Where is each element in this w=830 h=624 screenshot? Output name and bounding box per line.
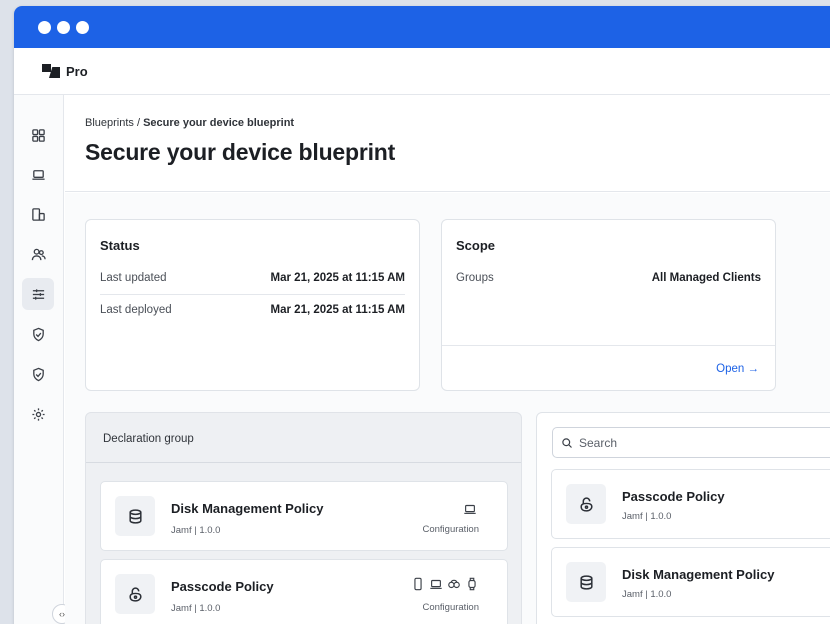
scope-card-title: Scope: [456, 238, 496, 253]
scope-card: Scope Groups All Managed Clients Open →: [441, 219, 776, 391]
sidebar-item-compliance[interactable]: [22, 358, 54, 390]
status-value: Mar 21, 2025 at 11:15 AM: [270, 272, 405, 284]
jamf-logo-icon: [42, 64, 60, 78]
main-content: Status Last updated Mar 21, 2025 at 11:1…: [65, 193, 830, 624]
passcode-icon: [579, 496, 593, 512]
platform-icons: [411, 577, 479, 591]
sliders-icon: [32, 288, 44, 300]
database-icon: [579, 574, 593, 590]
item-icon-tile: [566, 484, 606, 524]
divider: [86, 462, 521, 463]
sidebar: ‹›: [14, 95, 72, 624]
page-header: Blueprints / Secure your device blueprin…: [65, 95, 830, 192]
declaration-group-panel: Declaration group Disk Management Policy…: [85, 412, 522, 624]
devices-icon: [31, 207, 45, 221]
status-card: Status Last updated Mar 21, 2025 at 11:1…: [85, 219, 420, 391]
breadcrumb-parent-link[interactable]: Blueprints: [85, 117, 134, 129]
gear-icon: [31, 407, 45, 421]
dashboard-icon: [31, 128, 45, 142]
scope-label: Groups: [456, 272, 494, 284]
sidebar-item-devices[interactable]: [22, 198, 54, 230]
item-name: Disk Management Policy: [622, 567, 775, 582]
shield-check-icon: [32, 327, 44, 341]
page-title: Secure your device blueprint: [85, 139, 396, 165]
window-minimize-dot[interactable]: [57, 20, 70, 34]
item-icon-tile: [115, 574, 155, 614]
passcode-icon: [128, 586, 142, 602]
divider: [442, 345, 775, 346]
vision-pro-icon: [448, 579, 460, 589]
sidebar-item-security[interactable]: [22, 318, 54, 350]
item-type: Configuration: [422, 602, 479, 613]
item-meta: Jamf | 1.0.0: [622, 589, 672, 600]
sidebar-item-dashboard[interactable]: [22, 119, 54, 151]
window-zoom-dot[interactable]: [76, 20, 89, 34]
laptop-icon: [464, 504, 476, 514]
breadcrumb-current: Secure your device blueprint: [143, 117, 295, 129]
sidebar-item-blueprints[interactable]: [22, 278, 54, 310]
item-meta: Jamf | 1.0.0: [622, 511, 672, 522]
watch-icon: [468, 577, 476, 591]
item-name: Disk Management Policy: [171, 501, 324, 516]
item-meta: Jamf | 1.0.0: [171, 525, 221, 536]
item-icon-tile: [566, 562, 606, 602]
item-name: Passcode Policy: [622, 489, 725, 504]
users-icon: [31, 248, 46, 260]
status-row-last-deployed: Last deployed Mar 21, 2025 at 11:15 AM: [100, 294, 405, 326]
status-row-last-updated: Last updated Mar 21, 2025 at 11:15 AM: [100, 262, 405, 294]
app-bar: Pro: [14, 48, 830, 95]
declaration-group-label: Declaration group: [103, 433, 194, 445]
search-field[interactable]: [552, 427, 830, 458]
platform-icons: [463, 502, 477, 516]
scope-value: All Managed Clients: [651, 272, 761, 284]
scope-row-groups: Groups All Managed Clients: [456, 262, 761, 294]
status-label: Last deployed: [100, 304, 172, 316]
status-card-title: Status: [100, 238, 140, 253]
library-item-passcode[interactable]: Passcode Policy Jamf | 1.0.0: [551, 469, 830, 539]
window-close-dot[interactable]: [38, 20, 51, 34]
laptop-icon: [430, 579, 442, 589]
item-meta: Jamf | 1.0.0: [171, 603, 221, 614]
breadcrumb: Blueprints / Secure your device blueprin…: [85, 117, 830, 129]
sidebar-item-settings[interactable]: [22, 398, 54, 430]
laptop-icon: [31, 169, 45, 180]
breadcrumb-separator: /: [133, 117, 144, 129]
scope-open-link[interactable]: Open →: [716, 363, 759, 375]
database-icon: [128, 508, 142, 524]
status-label: Last updated: [100, 272, 167, 284]
declaration-item-disk-management[interactable]: Disk Management Policy Jamf | 1.0.0 Conf…: [100, 481, 508, 551]
sidebar-item-computers[interactable]: [22, 158, 54, 190]
sidebar-item-users[interactable]: [22, 238, 54, 270]
phone-icon: [414, 577, 422, 591]
search-input[interactable]: [579, 435, 779, 450]
app-name: Pro: [66, 63, 88, 79]
title-bar: [14, 6, 830, 48]
item-type: Configuration: [422, 524, 479, 535]
library-item-disk-management[interactable]: Disk Management Policy Jamf | 1.0.0: [551, 547, 830, 617]
item-name: Passcode Policy: [171, 579, 274, 594]
item-icon-tile: [115, 496, 155, 536]
declaration-library-panel: Passcode Policy Jamf | 1.0.0 Disk Manage…: [536, 412, 830, 624]
status-value: Mar 21, 2025 at 11:15 AM: [270, 304, 405, 316]
shield-check-icon: [32, 367, 44, 381]
declaration-item-passcode[interactable]: Passcode Policy Jamf | 1.0.0 Configurati…: [100, 559, 508, 624]
app-window: Pro ‹› Blueprints / Secure your device b…: [14, 6, 830, 624]
search-icon: [562, 437, 572, 448]
